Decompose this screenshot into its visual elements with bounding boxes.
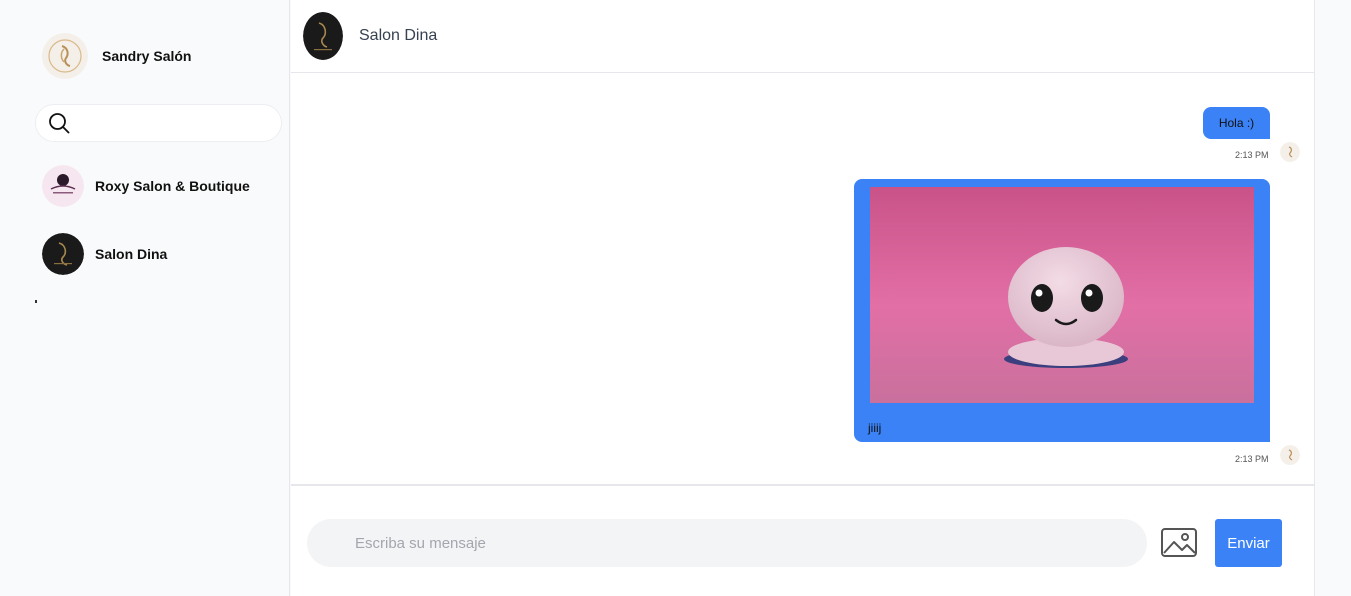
message-time: 2:13 PM	[1235, 150, 1269, 160]
user-name: Sandry Salón	[102, 48, 192, 64]
chat-title: Salon Dina	[359, 27, 438, 44]
contact-avatar	[42, 233, 84, 275]
image-icon	[1161, 528, 1197, 557]
message-text: Hola :)	[1218, 116, 1255, 130]
contact-name: Salon Dina	[95, 246, 168, 262]
search-bar[interactable]	[35, 104, 282, 142]
chat-panel: Salon Dina Hola :) 2:13 PM jiiij 2:13 PM…	[291, 0, 1314, 596]
right-gutter	[1314, 0, 1351, 596]
sender-avatar	[1280, 445, 1300, 465]
message-time: 2:13 PM	[1235, 454, 1269, 464]
contact-name: Roxy Salon & Boutique	[95, 178, 250, 194]
sender-avatar	[1280, 142, 1300, 162]
chat-app: Sandry Salón Roxy Salon & Boutique Salon…	[0, 0, 1351, 596]
contact-item-roxy[interactable]: Roxy Salon & Boutique	[42, 165, 250, 207]
send-button[interactable]: Enviar	[1215, 519, 1282, 567]
contact-item-salon-dina[interactable]: Salon Dina	[42, 233, 167, 275]
search-icon	[49, 113, 70, 134]
chat-header: Salon Dina	[291, 0, 1314, 73]
chat-avatar	[303, 12, 343, 60]
image-caption: jiiij	[868, 421, 882, 435]
contact-avatar	[42, 165, 84, 207]
message-list: Hola :) 2:13 PM jiiij 2:13 PM	[291, 73, 1314, 486]
message-composer: Enviar	[291, 488, 1314, 596]
image-message-bubble: jiiij	[854, 179, 1270, 442]
search-input[interactable]	[78, 108, 281, 138]
user-avatar	[42, 33, 88, 79]
user-profile[interactable]: Sandry Salón	[42, 33, 191, 79]
message-bubble: Hola :)	[1203, 107, 1270, 139]
divider-mark	[35, 300, 37, 303]
sidebar: Sandry Salón Roxy Salon & Boutique Salon…	[0, 0, 290, 596]
attach-image-button[interactable]	[1160, 526, 1198, 560]
message-image[interactable]	[870, 187, 1254, 403]
message-input[interactable]	[307, 519, 1147, 567]
